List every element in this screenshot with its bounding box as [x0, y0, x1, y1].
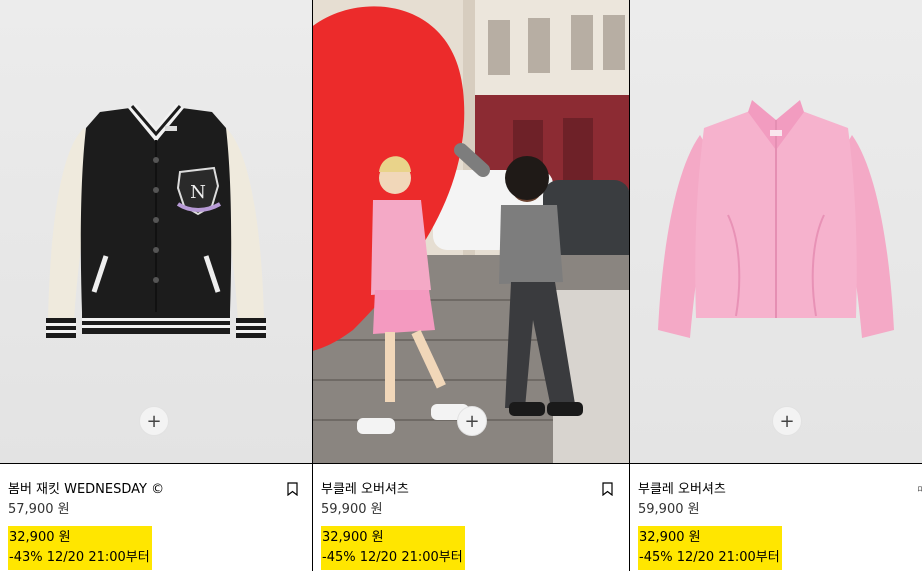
sale-price: 32,900 원 — [639, 530, 701, 545]
plus-icon: + — [464, 410, 480, 432]
product-name[interactable]: 부클레 오버셔츠 — [638, 480, 922, 500]
quick-add-button[interactable]: + — [139, 406, 169, 436]
svg-text:N: N — [190, 182, 206, 203]
original-price: 57,900 원 — [8, 502, 70, 517]
original-price: 59,900 원 — [321, 502, 383, 517]
quick-add-button[interactable]: + — [457, 406, 487, 436]
street-photo-illustration — [313, 0, 629, 463]
product-card[interactable]: + 부클레 오버셔츠 59,900 원 32,900 원 -45% 12/20 … — [313, 0, 630, 571]
plus-icon: + — [146, 410, 162, 432]
bomber-jacket-illustration: N — [0, 0, 312, 463]
quick-add-button[interactable]: + — [772, 406, 802, 436]
product-grid: N + 봄버 재킷 WEDNESDAY © 57,900 원 32,900 원 … — [0, 0, 922, 571]
sale-price: 32,900 원 — [9, 530, 71, 545]
pink-overshirt-illustration — [630, 0, 922, 463]
original-price: 59,900 원 — [638, 502, 700, 517]
product-image[interactable]: + — [313, 0, 629, 464]
bookmark-icon[interactable] — [287, 482, 298, 496]
product-info: 부클레 오버셔츠 59,900 원 32,900 원 -45% 12/20 21… — [313, 464, 629, 570]
sale-discount-note: -43% 12/20 21:00부터 — [9, 550, 150, 565]
product-name[interactable]: 봄버 재킷 WEDNESDAY © — [8, 480, 312, 500]
product-image[interactable]: + — [630, 0, 922, 464]
product-card[interactable]: N + 봄버 재킷 WEDNESDAY © 57,900 원 32,900 원 … — [0, 0, 313, 571]
sale-price: 32,900 원 — [322, 530, 384, 545]
bookmark-icon[interactable] — [602, 482, 613, 496]
product-info: 봄버 재킷 WEDNESDAY © 57,900 원 32,900 원 -43%… — [0, 464, 312, 570]
product-image[interactable]: N + — [0, 0, 312, 464]
sale-discount-note: -45% 12/20 21:00부터 — [322, 550, 463, 565]
product-card[interactable]: + 부클레 오버셔츠 59,900 원 32,900 원 -45% 12/20 … — [630, 0, 922, 571]
product-info: 부클레 오버셔츠 59,900 원 32,900 원 -45% 12/20 21… — [630, 464, 922, 570]
bookmark-icon[interactable] — [918, 482, 922, 496]
product-name[interactable]: 부클레 오버셔츠 — [321, 480, 629, 500]
sale-badge: 32,900 원 -45% 12/20 21:00부터 — [321, 526, 465, 570]
sale-discount-note: -45% 12/20 21:00부터 — [639, 550, 780, 565]
sale-badge: 32,900 원 -43% 12/20 21:00부터 — [8, 526, 152, 570]
sale-badge: 32,900 원 -45% 12/20 21:00부터 — [638, 526, 782, 570]
plus-icon: + — [779, 410, 795, 432]
